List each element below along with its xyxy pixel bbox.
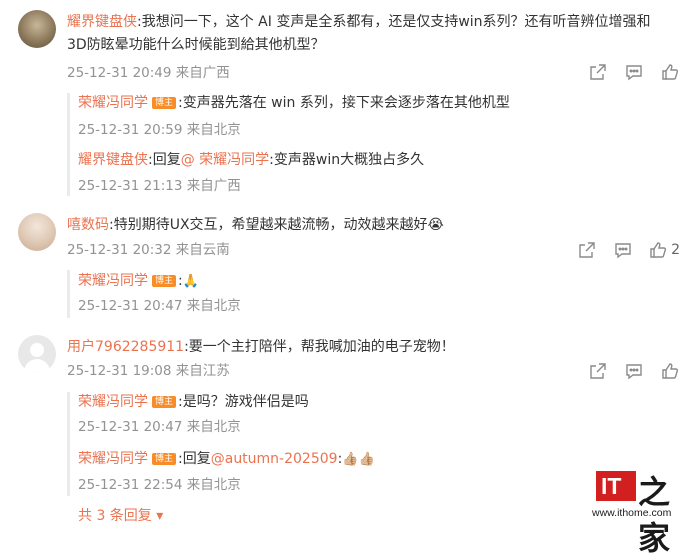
- comment-icon[interactable]: [613, 240, 633, 260]
- comment-icon[interactable]: [624, 361, 644, 381]
- reply-body: 变声器先落在 win 系列，接下来会逐步落在其他机型: [182, 95, 510, 111]
- comment-meta: 25-12-31 20:49 来自广西: [67, 65, 230, 81]
- reply-divider: [67, 392, 70, 496]
- comment-actions: 2: [577, 240, 680, 260]
- blogger-badge: 博主: [152, 275, 177, 287]
- username[interactable]: 荣耀冯同学: [78, 394, 148, 410]
- like-icon[interactable]: [660, 361, 680, 381]
- comment-text: 嘻数码:特别期待UX交互，希望越来越流畅，动效越来越好😭: [67, 217, 444, 233]
- reply-meta: 25-12-31 20:59 来自北京: [78, 122, 241, 138]
- reply: 荣耀冯同学 博主:🙏: [78, 273, 199, 289]
- ithome-url: www.ithome.com: [592, 507, 672, 519]
- reply: 荣耀冯同学 博主:变声器先落在 win 系列，接下来会逐步落在其他机型: [78, 95, 510, 111]
- comment-body-line2: 3D防眩晕功能什么时候能到給其他机型？: [67, 37, 325, 53]
- like-count: 2: [671, 242, 680, 258]
- username[interactable]: 耀界键盘侠: [67, 14, 137, 30]
- comment-icon[interactable]: [624, 62, 644, 82]
- comment-text: 用户7962285911:要一个主打陪伴，帮我喊加油的电子宠物！: [67, 339, 455, 355]
- username[interactable]: 荣耀冯同学: [78, 451, 148, 467]
- blogger-badge: 博主: [152, 396, 177, 408]
- comment-body: 我想问一下，这个 AI 变声是全系都有，还是仅支持win系列？还有听音辨位增强和: [141, 14, 651, 30]
- reply-meta: 25-12-31 20:47 来自北京: [78, 298, 241, 314]
- username[interactable]: 嘻数码: [67, 217, 109, 233]
- reply-body: 是吗？游戏伴侣是吗: [182, 394, 309, 410]
- share-icon[interactable]: [577, 240, 597, 260]
- comment-meta: 25-12-31 19:08 来自江苏: [67, 363, 230, 379]
- share-icon[interactable]: [588, 361, 608, 381]
- username[interactable]: 荣耀冯同学: [78, 273, 148, 289]
- ithome-logo-mark: IT: [596, 471, 636, 501]
- view-more-replies-link[interactable]: 共 3 条回复 ▾: [78, 505, 163, 527]
- comment-text: 耀界键盘侠:我想问一下，这个 AI 变声是全系都有，还是仅支持win系列？还有听…: [67, 14, 651, 30]
- like-icon[interactable]: [660, 62, 680, 82]
- share-icon[interactable]: [588, 62, 608, 82]
- reply-body: 👍🏼👍🏼: [342, 452, 375, 467]
- comment-actions: [588, 62, 680, 82]
- reply-divider: [67, 270, 70, 318]
- mention-link[interactable]: @ 荣耀冯同学: [181, 152, 269, 168]
- comment-body: 特别期待UX交互，希望越来越流畅，动效越来越好😭: [113, 217, 444, 233]
- reply-body: 🙏: [182, 274, 199, 289]
- ithome-watermark: IT 之家 www.ithome.com: [592, 465, 682, 557]
- comment-actions: [588, 361, 680, 381]
- reply-divider: [67, 93, 70, 196]
- avatar[interactable]: [18, 10, 56, 48]
- reply: 荣耀冯同学 博主:回复@autumn-202509:👍🏼👍🏼: [78, 451, 375, 467]
- username[interactable]: 用户7962285911: [67, 339, 184, 355]
- comment-body: 要一个主打陪伴，帮我喊加油的电子宠物！: [188, 339, 455, 355]
- reply-body: 变声器win大概独占多久: [273, 152, 425, 168]
- like-icon[interactable]: 2: [649, 240, 680, 260]
- username[interactable]: 荣耀冯同学: [78, 95, 148, 111]
- reply: 耀界键盘侠:回复@ 荣耀冯同学:变声器win大概独占多久: [78, 152, 425, 168]
- reply-meta: 25-12-31 20:47 来自北京: [78, 419, 241, 435]
- username[interactable]: 耀界键盘侠: [78, 152, 148, 168]
- blogger-badge: 博主: [152, 453, 177, 465]
- comment-meta: 25-12-31 20:32 来自云南: [67, 242, 230, 258]
- reply-meta: 25-12-31 22:54 来自北京: [78, 477, 241, 493]
- mention-link[interactable]: @autumn-202509: [211, 451, 338, 467]
- blogger-badge: 博主: [152, 97, 177, 109]
- avatar[interactable]: [18, 213, 56, 251]
- avatar[interactable]: [18, 335, 56, 373]
- reply: 荣耀冯同学 博主:是吗？游戏伴侣是吗: [78, 394, 309, 410]
- reply-meta: 25-12-31 21:13 来自广西: [78, 178, 241, 194]
